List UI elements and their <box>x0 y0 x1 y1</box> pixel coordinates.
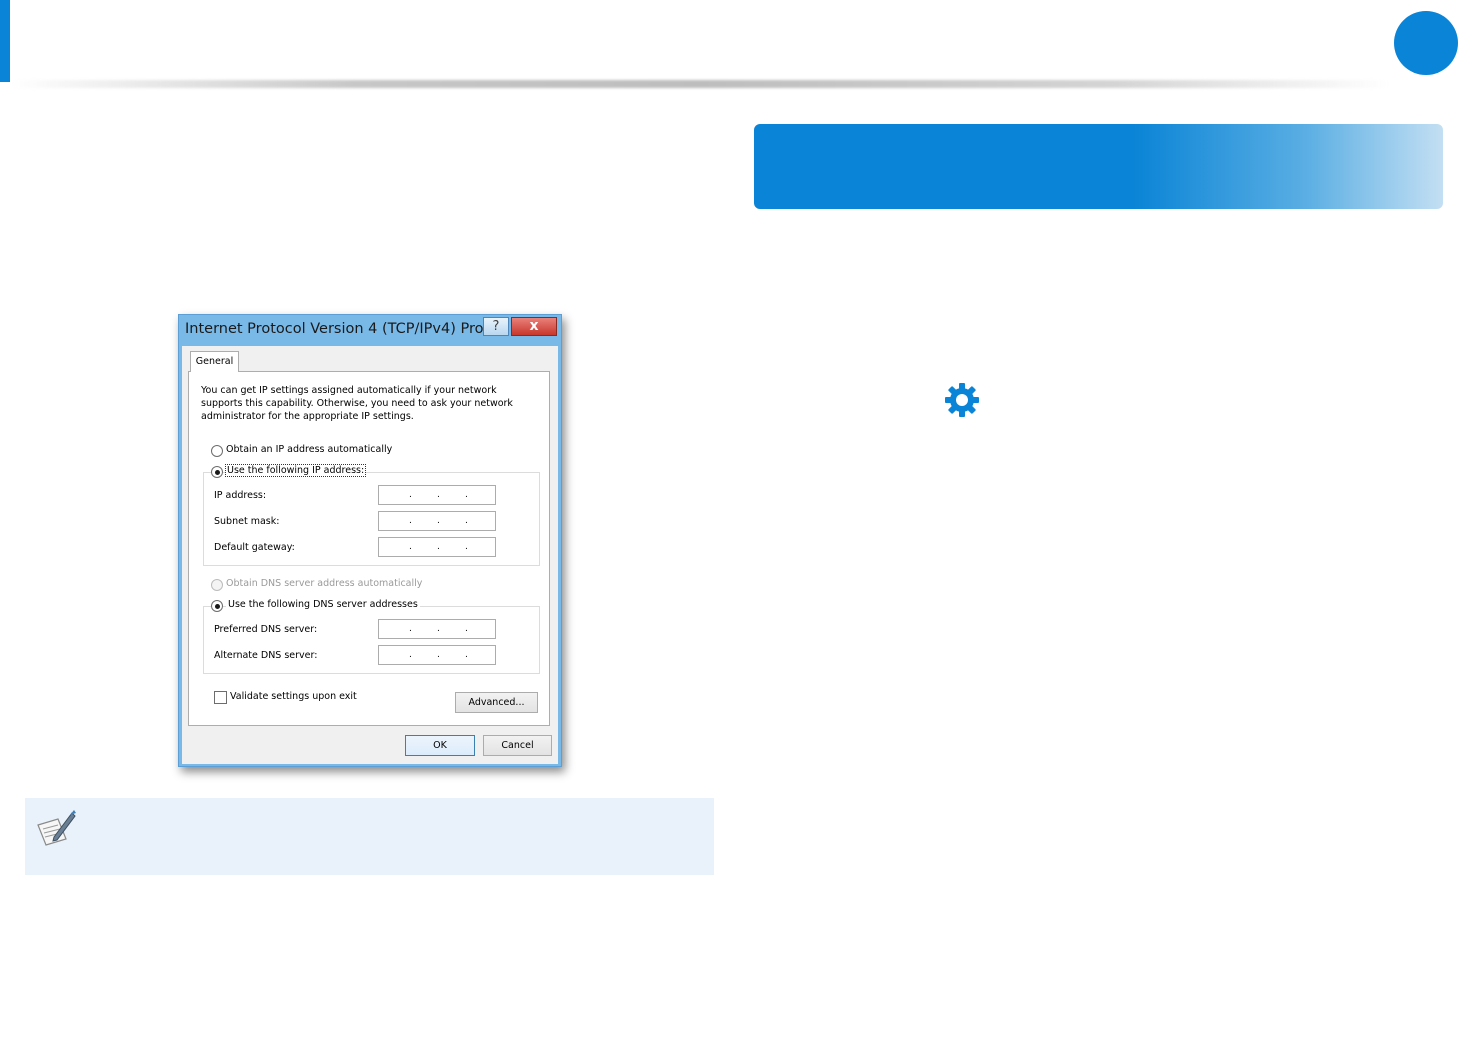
validate-settings-label[interactable]: Validate settings upon exit <box>230 691 357 702</box>
use-following-dns-radio[interactable] <box>211 600 223 612</box>
ip-address-input[interactable]: ... <box>378 485 496 505</box>
ok-button[interactable]: OK <box>405 735 475 756</box>
dialog-client-area: General You can get IP settings assigned… <box>182 346 558 764</box>
alternate-dns-label: Alternate DNS server: <box>214 650 318 661</box>
tab-general[interactable]: General <box>190 351 239 372</box>
advanced-button[interactable]: Advanced... <box>455 692 538 713</box>
obtain-ip-auto-radio[interactable] <box>211 445 223 457</box>
help-button[interactable]: ? <box>483 317 509 336</box>
description-text: You can get IP settings assigned automat… <box>201 385 513 422</box>
preferred-dns-input[interactable]: ... <box>378 619 496 639</box>
page-number-badge <box>1394 11 1458 75</box>
default-gateway-input[interactable]: ... <box>378 537 496 557</box>
obtain-dns-auto-radio[interactable] <box>211 579 223 591</box>
obtain-dns-auto-label[interactable]: Obtain DNS server address automatically <box>226 578 422 589</box>
default-gateway-label: Default gateway: <box>214 542 295 553</box>
tcpip-properties-dialog: Internet Protocol Version 4 (TCP/IPv4) P… <box>178 314 562 767</box>
section-title-banner <box>754 124 1443 209</box>
preferred-dns-label: Preferred DNS server: <box>214 624 318 635</box>
cancel-button[interactable]: Cancel <box>483 735 552 756</box>
gear-icon <box>945 383 979 417</box>
header-divider <box>10 80 1390 88</box>
note-pen-icon <box>37 810 76 846</box>
page-accent-bar <box>0 0 10 82</box>
dialog-titlebar[interactable]: Internet Protocol Version 4 (TCP/IPv4) P… <box>179 315 561 345</box>
note-box <box>25 798 714 875</box>
close-button[interactable]: x <box>511 317 557 336</box>
obtain-ip-auto-label[interactable]: Obtain an IP address automatically <box>226 444 392 455</box>
subnet-mask-label: Subnet mask: <box>214 516 280 527</box>
dialog-title: Internet Protocol Version 4 (TCP/IPv4) P… <box>185 321 498 337</box>
use-following-ip-radio[interactable] <box>211 466 223 478</box>
use-following-ip-label[interactable]: Use the following IP address: <box>224 464 367 477</box>
use-following-dns-label[interactable]: Use the following DNS server addresses <box>226 599 420 610</box>
validate-settings-checkbox[interactable] <box>214 691 227 704</box>
general-tab-panel: You can get IP settings assigned automat… <box>188 371 550 726</box>
ip-address-label: IP address: <box>214 490 267 501</box>
alternate-dns-input[interactable]: ... <box>378 645 496 665</box>
subnet-mask-input[interactable]: ... <box>378 511 496 531</box>
